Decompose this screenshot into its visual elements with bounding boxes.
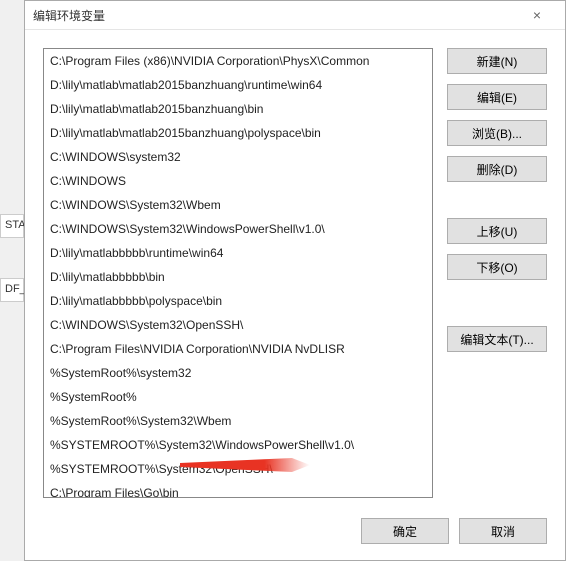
list-item[interactable]: D:\lily\matlab\matlab2015banzhuang\bin — [44, 97, 432, 121]
ok-button[interactable]: 确定 — [361, 518, 449, 544]
list-item[interactable]: C:\WINDOWS\System32\OpenSSH\ — [44, 313, 432, 337]
titlebar: 编辑环境变量 × — [25, 1, 565, 30]
list-item[interactable]: %SystemRoot%\system32 — [44, 361, 432, 385]
list-item[interactable]: C:\WINDOWS\system32 — [44, 145, 432, 169]
bg-label: STA — [0, 214, 24, 238]
list-item[interactable]: %SystemRoot%\System32\Wbem — [44, 409, 432, 433]
path-listbox[interactable]: C:\Program Files (x86)\NVIDIA Corporatio… — [43, 48, 433, 498]
list-item[interactable]: D:\lily\matlabbbbb\polyspace\bin — [44, 289, 432, 313]
dialog-footer: 确定 取消 — [25, 506, 565, 560]
close-icon[interactable]: × — [517, 1, 557, 29]
list-item[interactable]: D:\lily\matlab\matlab2015banzhuang\runti… — [44, 73, 432, 97]
edit-text-button[interactable]: 编辑文本(T)... — [447, 326, 547, 352]
list-item[interactable]: C:\Program Files\NVIDIA Corporation\NVID… — [44, 337, 432, 361]
list-item[interactable]: D:\lily\matlabbbbb\bin — [44, 265, 432, 289]
list-item[interactable]: C:\WINDOWS — [44, 169, 432, 193]
edit-env-dialog: 编辑环境变量 × C:\Program Files (x86)\NVIDIA C… — [24, 0, 566, 561]
edit-button[interactable]: 编辑(E) — [447, 84, 547, 110]
list-item[interactable]: %SYSTEMROOT%\System32\WindowsPowerShell\… — [44, 433, 432, 457]
list-item[interactable]: D:\lily\matlabbbbb\runtime\win64 — [44, 241, 432, 265]
cancel-button[interactable]: 取消 — [459, 518, 547, 544]
list-item[interactable]: %SYSTEMROOT%\System32\OpenSSH\ — [44, 457, 432, 481]
list-item[interactable]: C:\Program Files\Go\bin — [44, 481, 432, 498]
bg-label: DF_P — [0, 278, 24, 302]
delete-button[interactable]: 删除(D) — [447, 156, 547, 182]
dialog-title: 编辑环境变量 — [33, 7, 517, 24]
browse-button[interactable]: 浏览(B)... — [447, 120, 547, 146]
list-item[interactable]: %SystemRoot% — [44, 385, 432, 409]
move-up-button[interactable]: 上移(U) — [447, 218, 547, 244]
move-down-button[interactable]: 下移(O) — [447, 254, 547, 280]
button-column: 新建(N) 编辑(E) 浏览(B)... 删除(D) 上移(U) 下移(O) 编… — [447, 48, 547, 498]
new-button[interactable]: 新建(N) — [447, 48, 547, 74]
list-item[interactable]: C:\Program Files (x86)\NVIDIA Corporatio… — [44, 49, 432, 73]
list-item[interactable]: D:\lily\matlab\matlab2015banzhuang\polys… — [44, 121, 432, 145]
dialog-content: C:\Program Files (x86)\NVIDIA Corporatio… — [25, 30, 565, 506]
list-item[interactable]: C:\WINDOWS\System32\WindowsPowerShell\v1… — [44, 217, 432, 241]
list-item[interactable]: C:\WINDOWS\System32\Wbem — [44, 193, 432, 217]
